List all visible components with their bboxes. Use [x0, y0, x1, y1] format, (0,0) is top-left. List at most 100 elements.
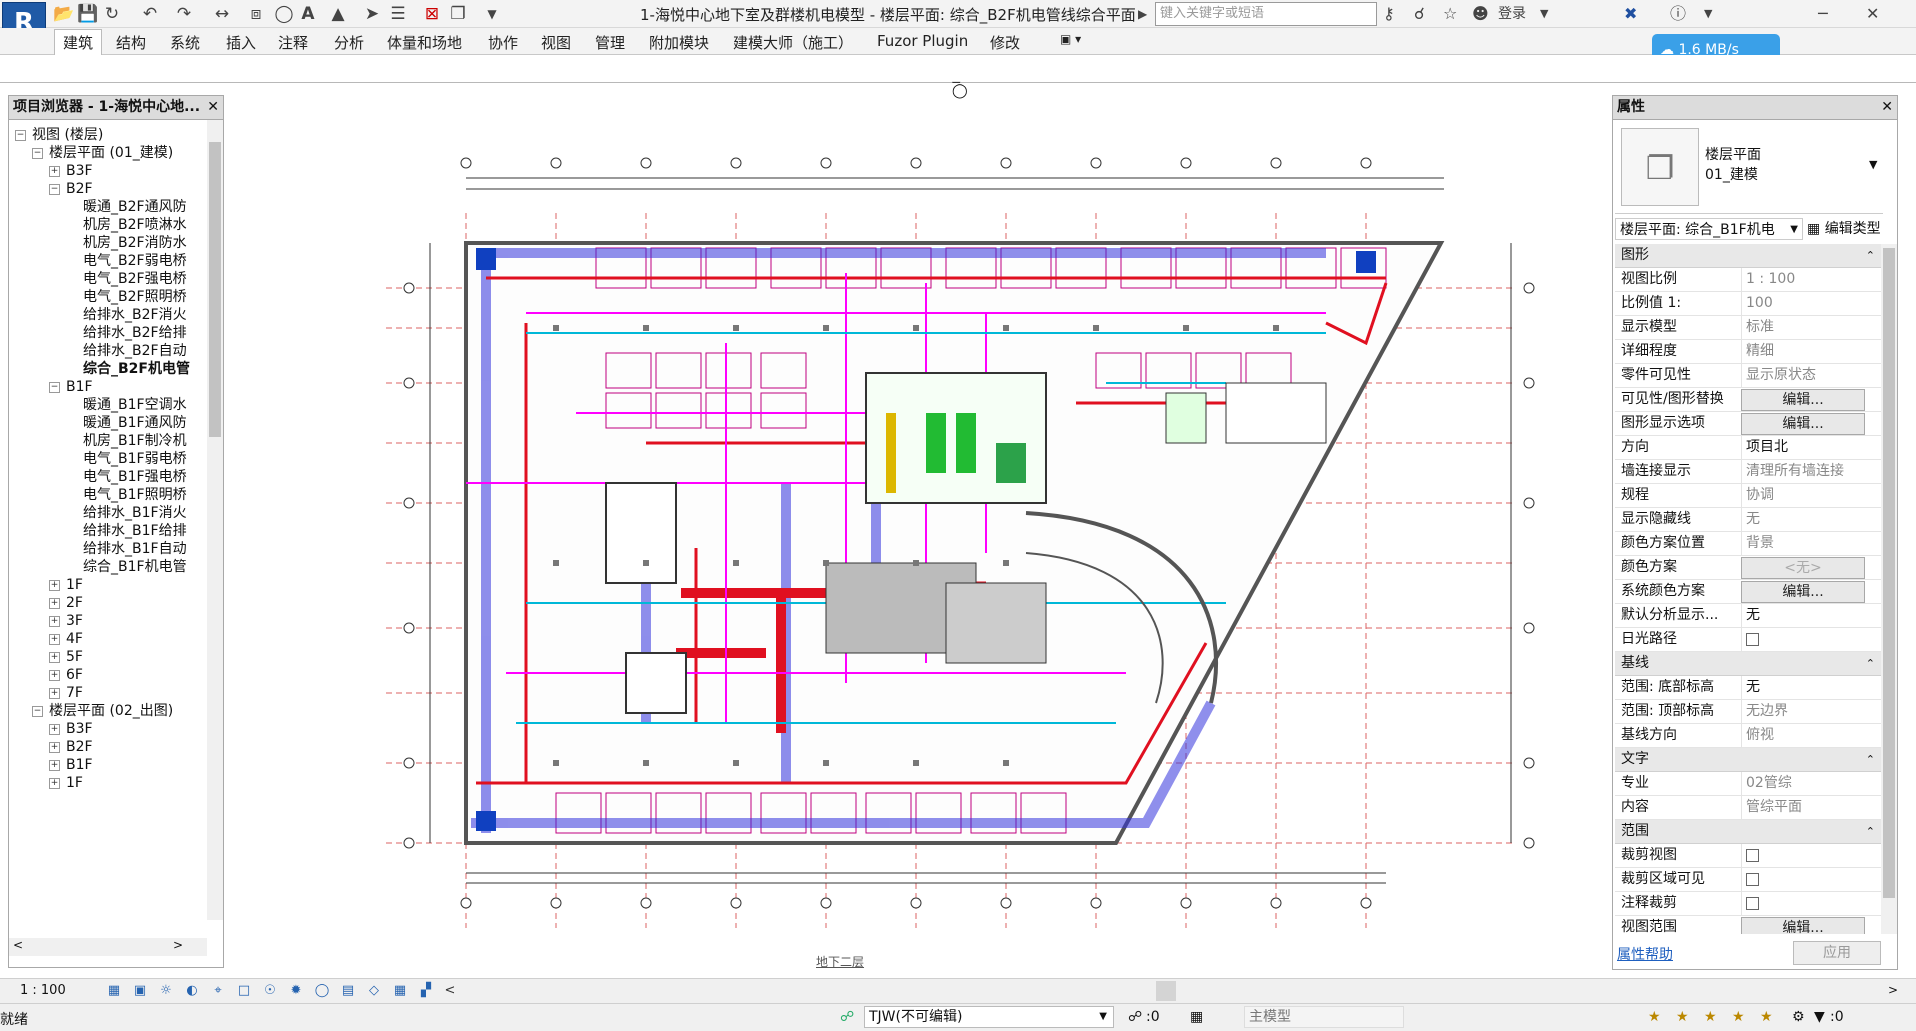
search-input[interactable]: 键入关键字或短语	[1155, 2, 1377, 26]
tab-fuzor-plugin[interactable]: Fuzor Plugin	[877, 32, 968, 50]
temporary-view-props-icon[interactable]: ▤	[339, 983, 357, 999]
3d-icon[interactable]: ▲	[326, 2, 350, 26]
view-scale[interactable]: 1 : 100	[20, 983, 66, 998]
sync-icon[interactable]: ↻	[100, 2, 124, 26]
property-value[interactable]: 无边界	[1741, 700, 1881, 723]
favorites-star-icon[interactable]: ☆	[1443, 3, 1457, 25]
collapse-icon[interactable]: ⌃	[1866, 820, 1875, 843]
title-expand-icon[interactable]: ▶	[1138, 3, 1147, 25]
property-value[interactable]: 管综平面	[1741, 796, 1881, 819]
tab-structure[interactable]: 结构	[116, 32, 146, 53]
save-icon[interactable]: 💾	[76, 2, 100, 26]
properties-help-link[interactable]: 属性帮助	[1617, 944, 1673, 964]
tab-architecture[interactable]: 建筑	[54, 29, 103, 56]
property-checkbox[interactable]	[1746, 848, 1759, 862]
expand-icon[interactable]: +	[49, 165, 60, 177]
show-crop-icon[interactable]: □	[235, 983, 253, 999]
scroll-right-icon[interactable]: >	[1888, 983, 1898, 997]
property-value[interactable]: 显示原状态	[1741, 364, 1881, 387]
collapse-icon[interactable]: ⌃	[1866, 652, 1875, 675]
type-dropdown-icon[interactable]: ▼	[1869, 158, 1877, 171]
background-processes-icon[interactable]: ⚙	[1792, 1009, 1805, 1025]
select-pinned-icon[interactable]: ★	[1704, 1009, 1717, 1025]
tab-addins[interactable]: 附加模块	[649, 32, 709, 53]
tab-insert[interactable]: 插入	[226, 32, 256, 53]
tab-modify[interactable]: 修改	[990, 32, 1020, 53]
worksets-icon[interactable]: ☍	[840, 1009, 854, 1025]
select-by-face-icon[interactable]: ★	[1732, 1009, 1745, 1025]
filter-icon[interactable]: ▼	[1814, 1009, 1825, 1025]
expand-icon[interactable]: +	[49, 651, 60, 663]
help-dropdown-icon[interactable]: ▼	[1704, 3, 1712, 25]
visual-style-icon[interactable]: ▣	[131, 983, 149, 999]
property-value[interactable]: 俯视	[1741, 724, 1881, 747]
subscription-icon[interactable]: ☌	[1414, 3, 1425, 25]
property-edit-button[interactable]: 编辑...	[1741, 389, 1865, 411]
property-value[interactable]: 背景	[1741, 532, 1881, 555]
property-value[interactable]: 100	[1741, 292, 1881, 315]
close-window-icon[interactable]: ✕	[1866, 3, 1879, 25]
property-value[interactable]: 1 : 100	[1741, 268, 1881, 291]
tab-collaborate[interactable]: 协作	[488, 32, 518, 53]
detail-level-icon[interactable]: ▦	[105, 983, 123, 999]
property-value[interactable]: 02管综	[1741, 772, 1881, 795]
collapse-icon[interactable]: −	[15, 129, 26, 141]
close-icon[interactable]: ✕	[1881, 96, 1893, 119]
drag-on-selection-icon[interactable]: ★	[1760, 1009, 1773, 1025]
collapse-icon[interactable]: ⌃	[1866, 748, 1875, 771]
tab-annotate[interactable]: 注释	[278, 32, 308, 53]
property-section-header[interactable]: 图形 ⌃	[1615, 244, 1883, 268]
collapse-icon[interactable]: −	[32, 147, 43, 159]
sun-path-icon[interactable]: ☼	[157, 983, 175, 999]
expand-icon[interactable]: +	[49, 615, 60, 627]
property-section-header[interactable]: 范围 ⌃	[1615, 820, 1883, 844]
expand-icon[interactable]: +	[49, 777, 60, 789]
scroll-left-icon[interactable]: <	[13, 938, 23, 952]
property-value[interactable]: 精细	[1741, 340, 1881, 363]
tab-analyze[interactable]: 分析	[334, 32, 364, 53]
expand-icon[interactable]: +	[49, 687, 60, 699]
collapse-icon[interactable]: −	[49, 183, 60, 195]
constraints-icon[interactable]: ▞	[417, 983, 435, 999]
login-dropdown-icon[interactable]: ▼	[1540, 3, 1548, 25]
tree-node[interactable]: 综合_B1F机电管	[66, 556, 187, 578]
instance-selector[interactable]: 楼层平面: 综合_B1F机电 ▼	[1615, 218, 1803, 240]
minimize-icon[interactable]: ─	[1818, 3, 1828, 25]
design-options-icon[interactable]: ▦	[1190, 1009, 1203, 1025]
select-links-icon[interactable]: ★	[1648, 1009, 1661, 1025]
undo-icon[interactable]: ↶	[138, 2, 162, 26]
apply-button[interactable]: 应用	[1793, 941, 1881, 965]
tree-node[interactable]: +1F	[49, 772, 83, 794]
switch-windows-icon[interactable]: ❐	[446, 2, 470, 26]
reveal-hidden-icon[interactable]: ◯	[313, 983, 331, 999]
crop-view-icon[interactable]: ⌖	[209, 983, 227, 999]
scroll-left-icon[interactable]: <	[441, 983, 459, 999]
ribbon-minimize-icon[interactable]: ▣ ▾	[1060, 32, 1081, 46]
close-hidden-icon[interactable]: ⊠	[420, 2, 444, 26]
section-icon[interactable]: ➤	[360, 2, 384, 26]
expand-icon[interactable]: +	[49, 633, 60, 645]
property-section-header[interactable]: 基线 ⌃	[1615, 652, 1883, 676]
editable-only-icon[interactable]: ☍	[1128, 1009, 1142, 1025]
temporary-hide-icon[interactable]: ✹	[287, 983, 305, 999]
browser-vertical-scrollbar[interactable]	[207, 120, 223, 920]
thin-lines-icon[interactable]: ☰	[386, 2, 410, 26]
design-option-selector[interactable]: 主模型	[1244, 1006, 1404, 1028]
property-value[interactable]: 协调	[1741, 484, 1881, 507]
align-icon[interactable]: ⧈	[244, 2, 268, 26]
browser-horizontal-scrollbar[interactable]: < >	[9, 938, 207, 956]
select-underlay-icon[interactable]: ★	[1676, 1009, 1689, 1025]
analytical-model-icon[interactable]: ◇	[365, 983, 383, 999]
property-checkbox[interactable]	[1746, 632, 1759, 646]
scroll-thumb[interactable]	[209, 142, 221, 437]
property-section-header[interactable]: 文字 ⌃	[1615, 748, 1883, 772]
exchange-apps-icon[interactable]: ✖	[1624, 3, 1637, 25]
open-icon[interactable]: 📂	[52, 2, 76, 26]
property-value[interactable]: 清理所有墙连接	[1741, 460, 1881, 483]
scroll-right-icon[interactable]: >	[173, 938, 183, 952]
dropdown-icon[interactable]: ▼	[480, 2, 504, 26]
text-icon[interactable]: A	[296, 2, 320, 26]
collapse-icon[interactable]: −	[49, 381, 60, 393]
collapse-icon[interactable]: −	[32, 705, 43, 717]
property-edit-button[interactable]: 编辑...	[1741, 581, 1865, 603]
